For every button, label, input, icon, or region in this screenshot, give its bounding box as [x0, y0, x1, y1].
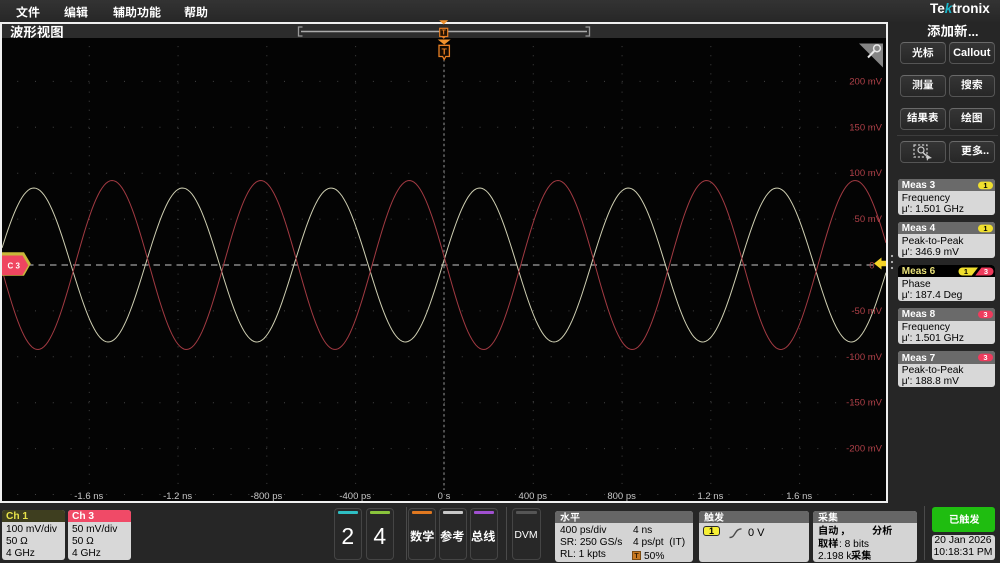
svg-text:-800 ps: -800 ps	[251, 491, 283, 501]
svg-text:-50 mV: -50 mV	[851, 306, 882, 317]
svg-text:1: 1	[983, 224, 987, 233]
svg-text:0 s: 0 s	[438, 491, 451, 501]
svg-text:-1.6 ns: -1.6 ns	[74, 491, 103, 501]
svg-text:-100 mV: -100 mV	[846, 352, 883, 363]
svg-text:3: 3	[984, 267, 988, 276]
svg-text:3: 3	[983, 353, 987, 362]
svg-text:1.6 ns: 1.6 ns	[786, 491, 812, 501]
svg-text:200 mV: 200 mV	[849, 76, 882, 87]
svg-text:50 mV: 50 mV	[855, 214, 883, 225]
svg-text:1.2 ns: 1.2 ns	[697, 491, 723, 501]
svg-text:-400 ps: -400 ps	[339, 491, 371, 501]
svg-text:100 mV: 100 mV	[849, 168, 882, 179]
svg-text:1: 1	[983, 181, 987, 190]
svg-text:800 ps: 800 ps	[607, 491, 636, 501]
svg-text:C 3: C 3	[8, 261, 21, 270]
svg-text:150 mV: 150 mV	[849, 122, 882, 133]
svg-text:-200 mV: -200 mV	[846, 444, 883, 455]
svg-text:0: 0	[869, 260, 874, 271]
svg-text:-1.2 ns: -1.2 ns	[163, 491, 192, 501]
svg-text:T: T	[442, 46, 448, 56]
svg-text:400 ps: 400 ps	[519, 491, 548, 501]
svg-text:T: T	[442, 30, 447, 37]
svg-text:T: T	[634, 553, 639, 560]
svg-text:1: 1	[964, 267, 968, 276]
svg-text:-150 mV: -150 mV	[846, 398, 883, 409]
svg-text:3: 3	[983, 310, 987, 319]
